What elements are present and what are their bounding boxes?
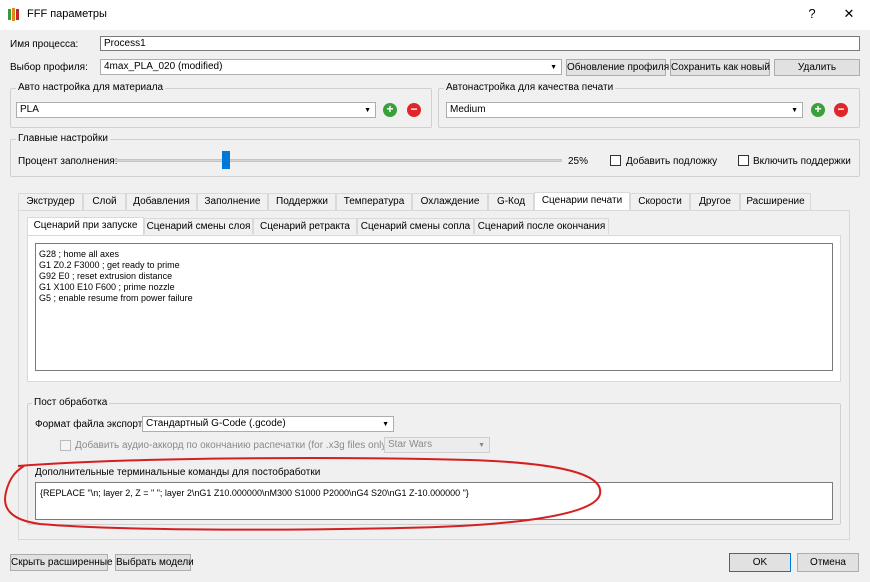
process-name-label: Имя процесса:	[10, 39, 79, 50]
main-settings-title: Главные настройки	[16, 133, 110, 144]
main-settings-group	[10, 139, 860, 177]
subtab-tool-change-script[interactable]: Сценарий смены сопла	[357, 218, 474, 234]
subtab-retract-script[interactable]: Сценарий ретракта	[253, 218, 357, 234]
delete-profile-button[interactable]: Удалить	[774, 59, 860, 76]
material-value: PLA	[20, 104, 39, 115]
tab-other[interactable]: Другое	[690, 193, 740, 210]
tab-layer[interactable]: Слой	[83, 193, 126, 210]
dropdown-arrow-icon: ▼	[791, 107, 798, 114]
start-script-editor[interactable]: G28 ; home all axes G1 Z0.2 F3000 ; get …	[35, 243, 833, 371]
export-format-label: Формат файла экспорта	[35, 419, 148, 430]
infill-slider-thumb[interactable]	[222, 151, 230, 169]
subtab-end-script[interactable]: Сценарий после окончания	[474, 218, 609, 234]
app-icon	[8, 8, 20, 21]
profile-value: 4max_PLA_020 (modified)	[104, 61, 223, 72]
process-name-input[interactable]: Process1	[100, 36, 860, 51]
quality-value: Medium	[450, 104, 486, 115]
subtab-start-script[interactable]: Сценарий при запуске	[27, 217, 144, 235]
audio-chord-label: Добавить аудио-аккорд по окончанию распе…	[75, 440, 390, 451]
save-as-new-button[interactable]: Сохранить как новый	[670, 59, 770, 76]
select-models-button[interactable]: Выбрать модели	[115, 554, 194, 571]
support-label: Включить поддержки	[753, 156, 851, 167]
audio-chord-value: Star Wars	[388, 439, 433, 450]
window-title: FFF параметры	[27, 8, 107, 20]
raft-label: Добавить подложку	[626, 156, 718, 167]
start-script-text: G28 ; home all axes G1 Z0.2 F3000 ; get …	[39, 249, 193, 303]
profile-select[interactable]: 4max_PLA_020 (modified) ▼	[100, 59, 562, 75]
material-select[interactable]: PLA ▼	[16, 102, 376, 118]
auto-quality-title: Автонастройка для качества печати	[444, 82, 616, 93]
audio-chord-select[interactable]: Star Wars ▼	[384, 437, 490, 453]
raft-checkbox[interactable]	[610, 155, 621, 166]
update-profile-button[interactable]: Обновление профиля	[566, 59, 669, 76]
add-quality-icon[interactable]: +	[811, 103, 825, 117]
dropdown-arrow-icon: ▼	[478, 442, 485, 449]
dropdown-arrow-icon: ▼	[382, 421, 389, 428]
cancel-button[interactable]: Отмена	[797, 553, 859, 572]
dropdown-arrow-icon: ▼	[364, 107, 371, 114]
infill-label: Процент заполнения:	[18, 156, 118, 167]
tab-additions[interactable]: Добавления	[126, 193, 197, 210]
profile-label: Выбор профиля:	[10, 62, 88, 73]
auto-material-title: Авто настройка для материала	[16, 82, 166, 93]
tab-advanced[interactable]: Расширение	[740, 193, 811, 210]
tab-cooling[interactable]: Охлаждение	[412, 193, 488, 210]
quality-select[interactable]: Medium ▼	[446, 102, 803, 118]
hide-advanced-button[interactable]: Скрыть расширенные	[10, 554, 113, 571]
tab-scripts[interactable]: Сценарии печати	[534, 192, 630, 210]
dropdown-arrow-icon: ▼	[550, 64, 557, 71]
infill-slider-track[interactable]	[114, 159, 562, 162]
ok-button[interactable]: OK	[729, 553, 791, 572]
export-format-value: Стандартный G-Code (.gcode)	[146, 418, 286, 429]
remove-quality-icon[interactable]: −	[834, 103, 848, 117]
close-icon[interactable]: ✕	[839, 6, 859, 22]
post-processing-title: Пост обработка	[32, 397, 110, 408]
audio-chord-checkbox[interactable]	[60, 440, 71, 451]
tab-support[interactable]: Поддержки	[268, 193, 336, 210]
export-format-select[interactable]: Стандартный G-Code (.gcode) ▼	[142, 416, 394, 432]
remove-material-icon[interactable]: −	[407, 103, 421, 117]
support-checkbox[interactable]	[738, 155, 749, 166]
tab-temperature[interactable]: Температура	[336, 193, 412, 210]
title-bar	[0, 0, 870, 30]
add-material-icon[interactable]: +	[383, 103, 397, 117]
tab-infill[interactable]: Заполнение	[197, 193, 268, 210]
tab-extruder[interactable]: Экструдер	[18, 193, 83, 210]
annotation-ellipse	[4, 457, 602, 531]
help-icon[interactable]: ?	[802, 6, 822, 21]
subtab-layer-change-script[interactable]: Сценарий смены слоя	[144, 218, 253, 234]
infill-value: 25%	[568, 156, 589, 167]
tab-gcode[interactable]: G-Код	[488, 193, 534, 210]
tab-speeds[interactable]: Скорости	[630, 193, 690, 210]
